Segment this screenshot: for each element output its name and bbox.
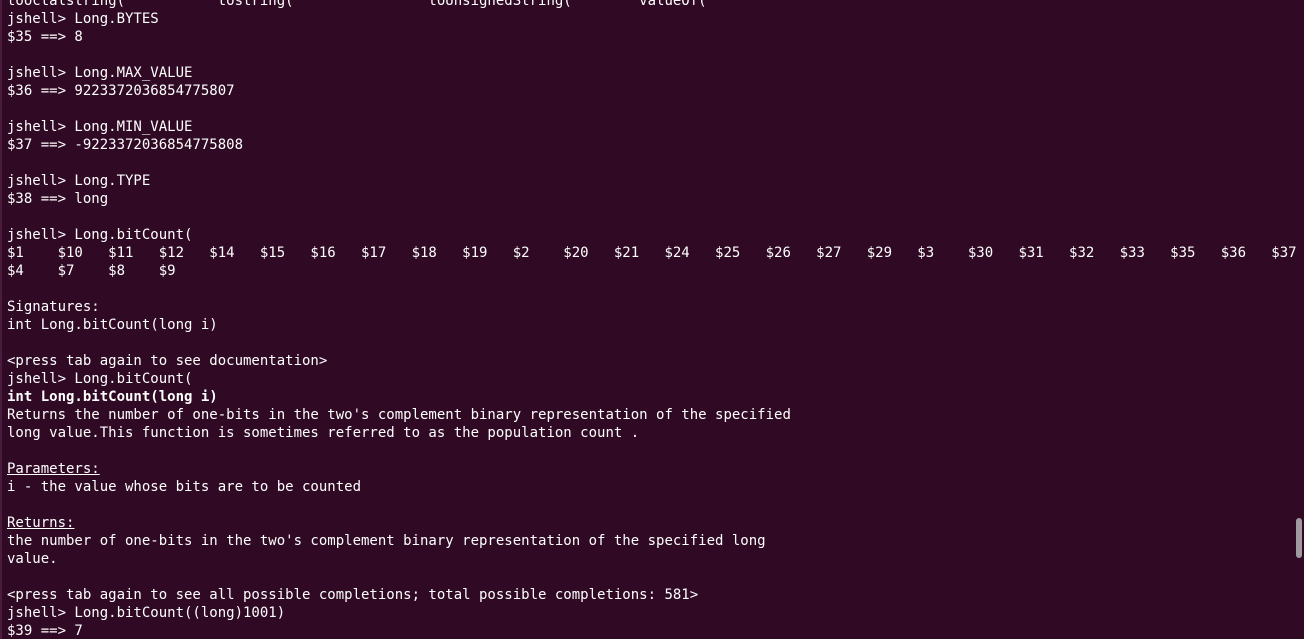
terminal-line-prompt: jshell> Long.TYPE xyxy=(7,173,151,189)
terminal-line-completion-list: $4 $7 $8 $9 xyxy=(7,263,176,279)
doc-description: Returns the number of one-bits in the tw… xyxy=(7,407,791,423)
returns-heading: Returns: xyxy=(7,515,75,531)
terminal-line-result: $37 ==> -9223372036854775808 xyxy=(7,137,244,153)
terminal-output[interactable]: tooctalstring( tostring( toUnsignedStrin… xyxy=(7,0,1297,639)
terminal-line-result: $35 ==> 8 xyxy=(7,29,83,45)
returns-description: the number of one-bits in the two's comp… xyxy=(7,533,766,549)
doc-signature: int Long.bitCount(long i) xyxy=(7,389,218,405)
hint-text: <press tab again to see all possible com… xyxy=(7,587,699,603)
signature-text: int Long.bitCount(long i) xyxy=(7,317,218,333)
terminal-line-completion-list: $1 $10 $11 $12 $14 $15 $16 $17 $18 $19 $… xyxy=(7,245,1297,261)
hint-text: <press tab again to see documentation> xyxy=(7,353,328,369)
parameters-heading: Parameters: xyxy=(7,461,100,477)
terminal-line-completion-list: tooctalstring( tostring( toUnsignedStrin… xyxy=(7,0,707,9)
terminal-line-result: $39 ==> 7 xyxy=(7,623,83,639)
terminal-line-prompt: jshell> Long.MAX_VALUE xyxy=(7,65,193,81)
terminal-line-result: $36 ==> 9223372036854775807 xyxy=(7,83,235,99)
signatures-heading: Signatures: xyxy=(7,299,100,315)
terminal-line-result: $38 ==> long xyxy=(7,191,109,207)
terminal-window[interactable]: tooctalstring( tostring( toUnsignedStrin… xyxy=(0,0,1304,639)
returns-description: value. xyxy=(7,551,58,567)
terminal-line-prompt: jshell> Long.bitCount( xyxy=(7,227,193,243)
window-edge xyxy=(0,0,2,639)
vertical-scrollbar[interactable] xyxy=(1294,0,1304,639)
parameter-description: i - the value whose bits are to be count… xyxy=(7,479,362,495)
terminal-line-prompt: jshell> Long.bitCount( xyxy=(7,371,193,387)
terminal-line-prompt: jshell> Long.MIN_VALUE xyxy=(7,119,193,135)
terminal-line-prompt: jshell> Long.bitCount((long)1001) xyxy=(7,605,286,621)
scrollbar-thumb[interactable] xyxy=(1296,518,1302,558)
doc-description: long value.This function is sometimes re… xyxy=(7,425,640,441)
terminal-line-prompt: jshell> Long.BYTES xyxy=(7,11,159,27)
